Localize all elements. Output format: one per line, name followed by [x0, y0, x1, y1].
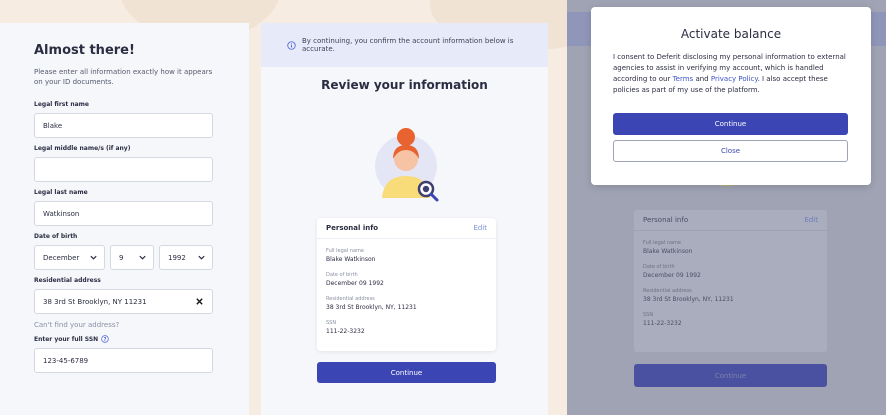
ssn-input[interactable]: 123-45-6789 [34, 348, 213, 373]
dimmed-card-title: Personal info [643, 216, 689, 224]
identity-form-panel: Almost there! Please enter all informati… [0, 23, 249, 415]
first-name-input[interactable]: Blake [34, 113, 213, 138]
continue-button[interactable]: Continue [317, 362, 496, 383]
modal-title: Activate balance [680, 27, 782, 41]
ssn-label: Enter your full SSN [34, 335, 99, 343]
dob-year-select[interactable]: 1992 [159, 245, 213, 270]
ssn-label-row: Enter your full SSN ? [34, 335, 213, 343]
help-icon[interactable]: ? [101, 335, 109, 343]
dob-month-value: December [43, 253, 80, 262]
last-name-input[interactable]: Watkinson [34, 201, 213, 226]
dob-label: Date of birth [34, 233, 78, 240]
ssn-value: 123-45-6789 [43, 356, 89, 365]
modal-continue-button[interactable]: Continue [613, 113, 848, 135]
last-name-value: Watkinson [43, 209, 80, 218]
edit-link[interactable]: Edit [473, 224, 487, 232]
chevron-down-icon [90, 255, 97, 260]
dimmed-personal-info-card: Personal info Edit Full legal name Blake… [634, 210, 827, 352]
info-icon [287, 40, 296, 50]
personal-info-card: Personal info Edit Full legal name Blake… [317, 218, 496, 351]
dimmed-card-body: Full legal name Blake Watkinson Date of … [634, 231, 827, 332]
card-title: Personal info [326, 224, 379, 232]
dob-month-select[interactable]: December [34, 245, 105, 270]
last-name-label: Legal last name [34, 189, 88, 196]
ssn-info-value: 111-22-3232 [326, 328, 365, 335]
confirm-notice: By continuing, you confirm the account i… [261, 23, 548, 67]
dimmed-dob-label: Date of birth [643, 264, 675, 270]
modal-close-button[interactable]: Close [613, 140, 848, 162]
dob-day-value: 9 [119, 253, 124, 262]
card-header: Personal info Edit [317, 218, 496, 239]
first-name-label: Legal first name [34, 101, 89, 108]
dimmed-address-label: Residential address [643, 288, 692, 294]
privacy-policy-link[interactable]: Privacy Policy [711, 75, 758, 83]
address-label: Residential address [34, 277, 101, 284]
address-value: 38 3rd St Brooklyn, NY 11231 [43, 297, 147, 306]
dob-info-label: Date of birth [326, 272, 358, 278]
middle-name-input[interactable] [34, 157, 213, 182]
address-input[interactable]: 38 3rd St Brooklyn, NY 11231 [34, 289, 213, 314]
clear-icon[interactable] [195, 297, 204, 306]
first-name-value: Blake [43, 121, 63, 130]
dob-year-value: 1992 [168, 253, 186, 262]
dimmed-card-header: Personal info Edit [634, 210, 827, 231]
chevron-down-icon [198, 255, 205, 260]
dob-row: December 9 1992 [34, 245, 213, 270]
svg-text:?: ? [104, 337, 107, 343]
activate-balance-modal: Activate balance I consent to Deferit di… [591, 7, 871, 185]
dimmed-continue-button: Continue [634, 364, 827, 387]
review-title: Review your information [321, 78, 488, 92]
full-name-value: Blake Watkinson [326, 256, 376, 263]
full-name-label: Full legal name [326, 248, 365, 254]
address-info-value: 38 3rd St Brooklyn, NY, 11231 [326, 304, 417, 311]
form-subtitle: Please enter all information exactly how… [34, 68, 213, 86]
middle-name-label: Legal middle name/s (if any) [34, 145, 131, 152]
dob-day-select[interactable]: 9 [110, 245, 154, 270]
person-magnifier-illustration [375, 128, 439, 202]
dimmed-full-name-label: Full legal name [643, 240, 682, 246]
consent-and: and [693, 75, 711, 83]
chevron-down-icon [139, 255, 146, 260]
dimmed-edit-link: Edit [804, 216, 818, 224]
dimmed-ssn-label: SSN [643, 312, 654, 318]
dimmed-full-name-value: Blake Watkinson [643, 248, 693, 255]
dimmed-dob-value: December 09 1992 [643, 272, 701, 279]
address-info-label: Residential address [326, 296, 375, 302]
terms-link[interactable]: Terms [673, 75, 694, 83]
dob-info-value: December 09 1992 [326, 280, 384, 287]
cant-find-address-link[interactable]: Can't find your address? [34, 321, 213, 329]
notice-text: By continuing, you confirm the account i… [301, 37, 514, 53]
ssn-info-label: SSN [326, 320, 337, 326]
review-panel: By continuing, you confirm the account i… [261, 23, 548, 415]
dimmed-address-value: 38 3rd St Brooklyn, NY, 11231 [643, 296, 734, 303]
modal-consent-text: I consent to Deferit disclosing my perso… [591, 41, 871, 96]
dimmed-ssn-value: 111-22-3232 [643, 320, 682, 327]
card-body: Full legal name Blake Watkinson Date of … [317, 239, 496, 340]
form-title: Almost there! [34, 43, 135, 58]
